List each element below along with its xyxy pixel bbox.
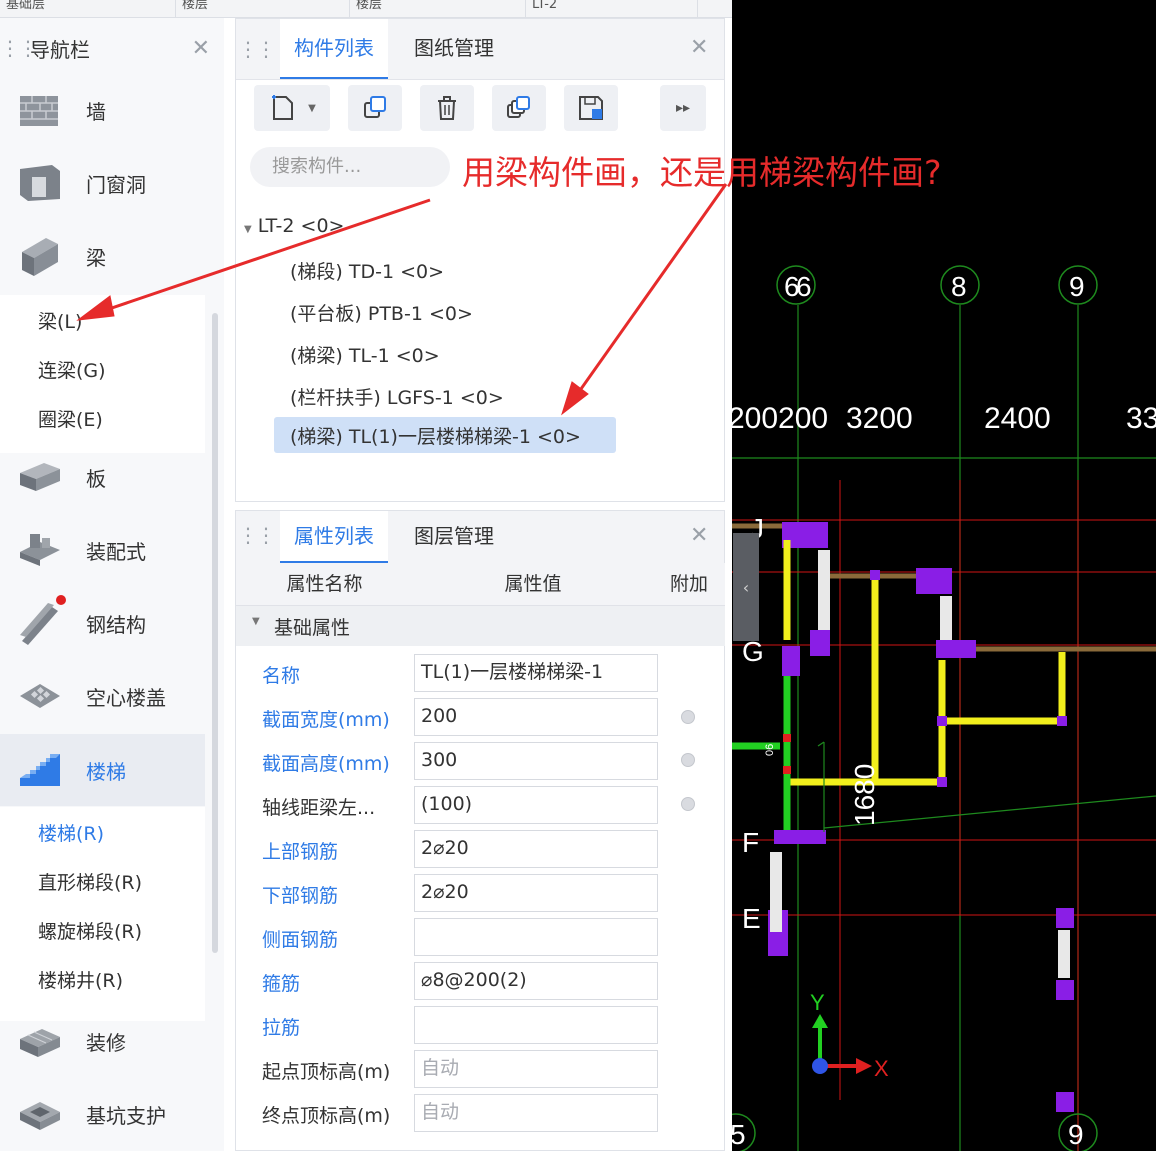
annotation-question: 用梁构件画，还是用梯梁构件画? bbox=[462, 153, 942, 192]
